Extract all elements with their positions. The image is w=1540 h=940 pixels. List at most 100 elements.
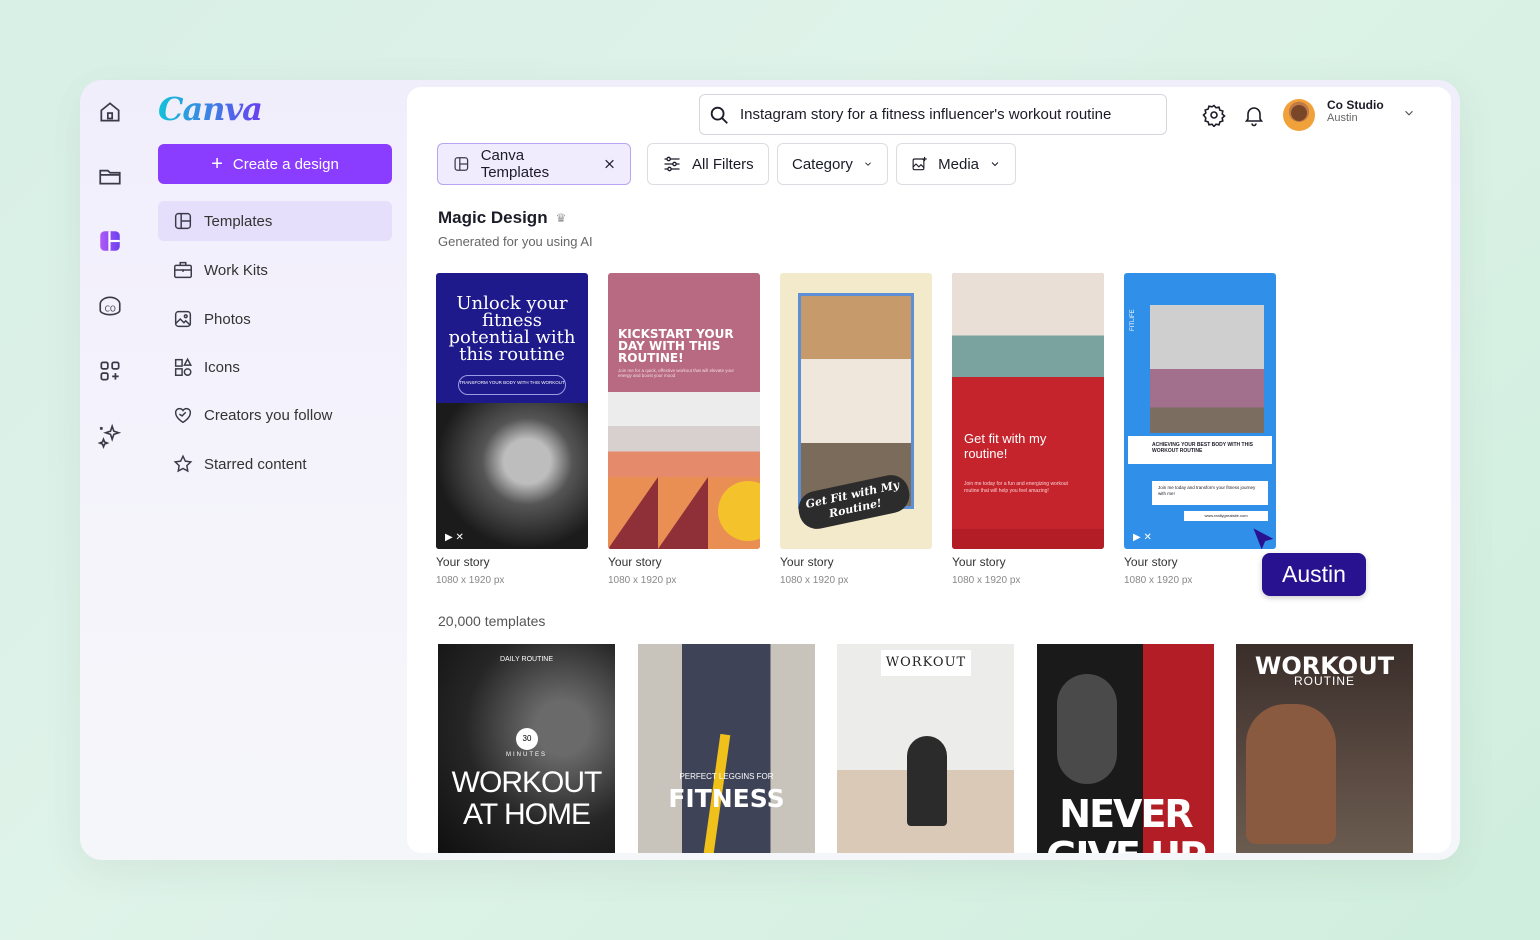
card-dimensions: 1080 x 1920 px xyxy=(608,575,677,586)
template-tile[interactable]: NEVER GIVE UP xyxy=(1037,644,1214,853)
card-title: Your story xyxy=(1124,555,1178,569)
folder-icon[interactable] xyxy=(94,160,126,192)
template-line2: ROUTINE xyxy=(1294,674,1355,688)
photo-placeholder xyxy=(436,403,588,549)
avatar[interactable] xyxy=(1283,99,1315,131)
photo-placeholder xyxy=(1150,305,1264,433)
template-line2: GIVE UP xyxy=(1037,834,1214,853)
create-design-button[interactable]: + Create a design xyxy=(158,144,392,184)
sidebar-item-photos[interactable]: Photos xyxy=(158,299,392,339)
template-tile[interactable]: PERFECT LEGGINS FOR FITNESS xyxy=(638,644,815,853)
magic-design-title: Magic Design xyxy=(438,208,548,227)
svg-text:CO: CO xyxy=(105,304,116,313)
star-icon xyxy=(173,454,193,473)
design-card[interactable]: Get Fit with My Routine! Your story 1080… xyxy=(780,273,932,586)
chevron-down-icon xyxy=(991,162,999,167)
side-navigation: Canva + Create a design Templates Work K… xyxy=(158,80,393,860)
image-add-icon xyxy=(912,156,927,171)
sidebar-item-label: Starred content xyxy=(204,455,307,473)
card-headline: ACHIEVING YOUR BEST BODY WITH THIS WORKO… xyxy=(1128,436,1272,464)
template-badge: 30 xyxy=(516,728,538,750)
account-name[interactable]: Co Studio xyxy=(1327,98,1384,112)
crown-icon: ♛ xyxy=(555,211,567,225)
template-tile[interactable]: DAILY ROUTINE 30 MINUTES WORKOUT AT HOME xyxy=(438,644,615,853)
sidebar-item-label: Templates xyxy=(204,212,273,230)
design-card[interactable]: Unlock your fitness potential with this … xyxy=(436,273,588,586)
card-body: Join me today for a fun and energizing w… xyxy=(964,481,1068,494)
card-title: Your story xyxy=(952,555,1006,569)
sidebar-item-starred[interactable]: Starred content xyxy=(158,444,392,484)
account-sub: Austin xyxy=(1327,112,1358,124)
bell-icon[interactable] xyxy=(1242,103,1266,127)
design-thumbnail: Unlock your fitness potential with this … xyxy=(436,273,588,549)
chevron-down-icon[interactable] xyxy=(1402,106,1416,120)
category-label: Category xyxy=(792,155,853,173)
sidebar-item-icons[interactable]: Icons xyxy=(158,347,392,387)
template-line1: WORKOUT xyxy=(451,766,603,799)
search-input[interactable]: Instagram story for a fitness influencer… xyxy=(699,94,1167,135)
design-card[interactable]: Get fit with my routine! Join me today f… xyxy=(952,273,1104,586)
card-dimensions: 1080 x 1920 px xyxy=(436,575,505,586)
gear-icon[interactable] xyxy=(1202,103,1226,127)
create-design-label: Create a design xyxy=(232,155,339,173)
filter-chip-canva-templates[interactable]: Canva Templates xyxy=(437,143,631,185)
briefcase-icon xyxy=(174,261,192,279)
design-thumbnail: KICKSTART YOUR DAY WITH THIS ROUTINE! Jo… xyxy=(608,273,760,549)
photo-placeholder xyxy=(952,273,1104,377)
magic-icon[interactable] xyxy=(94,420,126,452)
cursor-arrow-icon xyxy=(1253,528,1274,550)
template-kicker: DAILY ROUTINE xyxy=(499,656,554,663)
canva-logo[interactable]: Canva xyxy=(158,90,263,128)
template-tile[interactable]: WORKOUT xyxy=(837,644,1014,853)
template-line2: AT HOME xyxy=(463,798,591,831)
template-line1: NEVER xyxy=(1059,792,1193,836)
media-dropdown[interactable]: Media xyxy=(896,143,1016,185)
card-dimensions: 1080 x 1920 px xyxy=(780,575,849,586)
photo-placeholder xyxy=(608,392,760,477)
home-icon[interactable] xyxy=(94,96,126,128)
card-tag: FITLIFE xyxy=(1130,309,1136,331)
template-icon xyxy=(454,157,469,171)
sidebar-item-templates[interactable]: Templates xyxy=(158,201,392,241)
collaborator-cursor-label: Austin xyxy=(1262,553,1366,596)
design-card[interactable]: KICKSTART YOUR DAY WITH THIS ROUTINE! Jo… xyxy=(608,273,760,586)
chevron-down-icon xyxy=(865,162,871,166)
shapes-icon xyxy=(174,357,193,376)
template-badge-sub: MINUTES xyxy=(506,752,547,758)
photo-icon xyxy=(174,310,192,328)
design-thumbnail: FITLIFE ACHIEVING YOUR BEST BODY WITH TH… xyxy=(1124,273,1276,549)
apps-icon[interactable] xyxy=(94,355,126,387)
all-filters-button[interactable]: All Filters xyxy=(647,143,769,185)
card-title: Your story xyxy=(608,555,662,569)
card-url: www.reallygreatsite.com xyxy=(1184,511,1268,521)
sidebar-item-label: Photos xyxy=(204,310,251,328)
section-subtitle: Generated for you using AI xyxy=(438,234,593,249)
design-thumbnail: Get fit with my routine! Join me today f… xyxy=(952,273,1104,549)
icon-rail: CO xyxy=(80,80,140,860)
sidebar-item-label: Work Kits xyxy=(204,261,268,279)
card-headline: Get fit with my routine! xyxy=(964,431,1047,461)
design-thumbnail: Get Fit with My Routine! xyxy=(780,273,932,549)
play-icon[interactable]: ▶ ✕ xyxy=(1133,532,1152,543)
plus-icon: + xyxy=(211,153,223,175)
sidebar-item-work-kits[interactable]: Work Kits xyxy=(158,250,392,290)
play-icon[interactable]: ▶ ✕ xyxy=(445,532,464,543)
template-line1: FITNESS xyxy=(668,784,785,813)
sidebar-item-creators[interactable]: Creators you follow xyxy=(158,395,392,435)
search-icon xyxy=(710,106,728,124)
category-dropdown[interactable]: Category xyxy=(777,143,888,185)
card-body: Join me today and transform your fitness… xyxy=(1152,481,1268,505)
filter-chip-label: Canva Templates xyxy=(480,147,550,181)
sidebar-item-label: Creators you follow xyxy=(204,406,333,424)
close-icon[interactable] xyxy=(603,157,616,171)
all-filters-label: All Filters xyxy=(692,155,754,173)
canva-pro-icon[interactable]: CO xyxy=(94,290,126,322)
card-dimensions: 1080 x 1920 px xyxy=(952,575,1021,586)
templates-icon[interactable] xyxy=(94,225,126,257)
media-label: Media xyxy=(938,155,979,173)
sidebar-item-label: Icons xyxy=(204,358,240,376)
card-body: Join me for a quick, effective workout t… xyxy=(618,368,734,378)
card-pill: TRANSFORM YOUR BODY WITH THIS WORKOUT xyxy=(458,375,566,395)
template-tile[interactable]: WORKOUT ROUTINE xyxy=(1236,644,1413,853)
template-icon xyxy=(174,212,192,230)
